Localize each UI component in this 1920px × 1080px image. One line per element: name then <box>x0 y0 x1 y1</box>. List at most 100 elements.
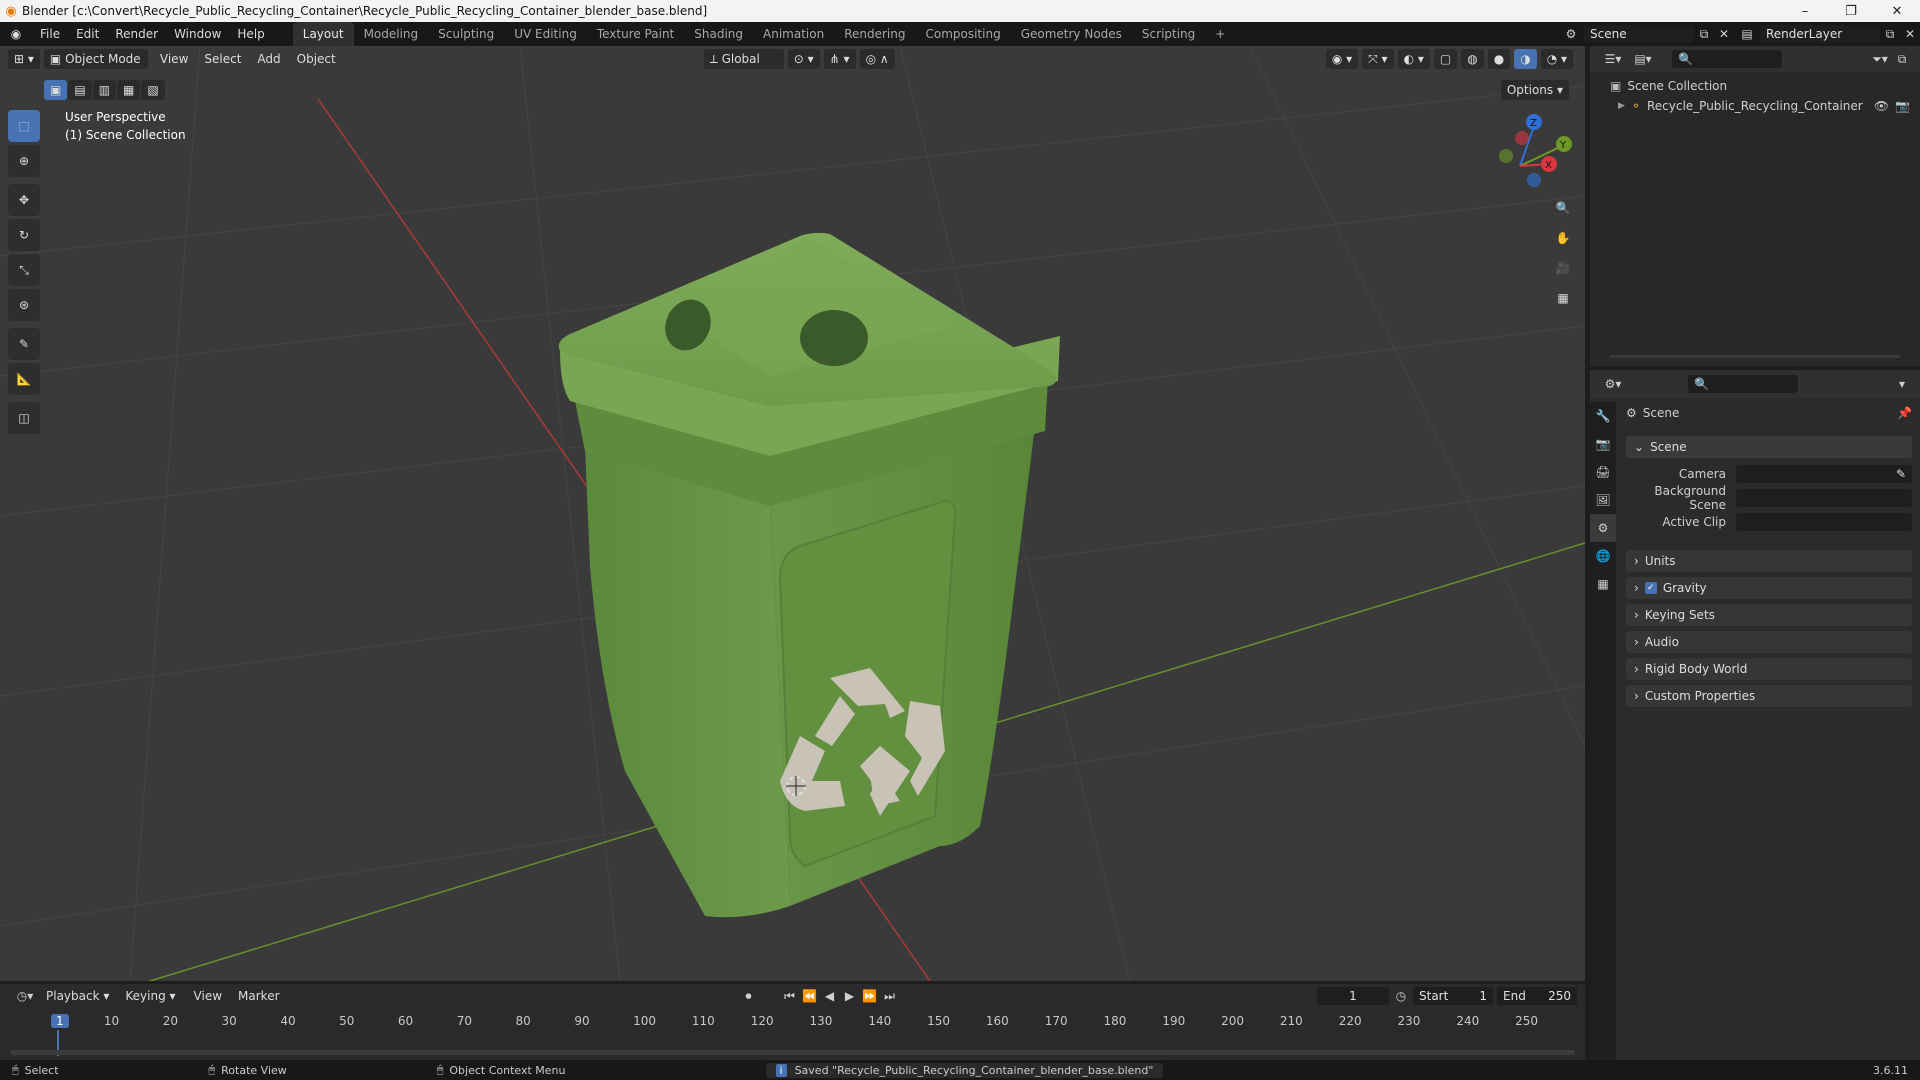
timeline-ruler[interactable]: 1 10 20 30 40 50 60 70 80 90 100 110 120 130 140 150 160… <box>0 1012 1585 1056</box>
rotate-tool-icon[interactable]: ↻ <box>8 219 40 251</box>
properties-editor-type-icon[interactable]: ⚙▾ <box>1598 377 1628 391</box>
mode-selector[interactable]: ▣ Object Mode <box>43 49 148 69</box>
scale-tool-icon[interactable]: ⤡ <box>8 254 40 286</box>
view-layer-icon[interactable]: ▤ <box>1734 27 1760 41</box>
jump-start-icon[interactable]: ⏮ <box>780 989 800 1004</box>
current-frame-field[interactable]: 1 <box>1317 987 1389 1005</box>
keying-sets-panel[interactable]: › Keying Sets <box>1626 604 1912 626</box>
zoom-icon[interactable]: 🔍 <box>1549 194 1577 222</box>
select-new-icon[interactable]: ▣ <box>44 80 68 100</box>
options-dropdown[interactable]: Options ▾ <box>1500 80 1569 100</box>
view-layer-tab-icon[interactable]: 🖼 <box>1590 486 1616 514</box>
select-intersect-icon[interactable]: ▧ <box>141 80 165 100</box>
menu-help[interactable]: Help <box>229 22 272 46</box>
pin-icon[interactable]: 📌 <box>1897 406 1912 420</box>
menu-edit[interactable]: Edit <box>68 22 107 46</box>
preview-range-icon[interactable]: ◷ <box>1389 989 1413 1003</box>
shading-wireframe-icon[interactable]: ◍ <box>1461 49 1484 69</box>
new-scene-icon[interactable]: ⧉ <box>1694 27 1714 42</box>
move-tool-icon[interactable]: ✥ <box>8 184 40 216</box>
delete-scene-icon[interactable]: ✕ <box>1714 27 1734 41</box>
tab-sculpting[interactable]: Sculpting <box>428 22 504 46</box>
rigid-body-world-panel[interactable]: › Rigid Body World <box>1626 658 1912 680</box>
menu-file[interactable]: File <box>32 22 68 46</box>
transform-tool-icon[interactable]: ⊛ <box>8 289 40 321</box>
outliner-editor-type-icon[interactable]: ☰▾ <box>1598 52 1628 66</box>
add-cube-tool-icon[interactable]: ◫ <box>8 402 40 434</box>
new-view-layer-icon[interactable]: ⧉ <box>1880 27 1900 42</box>
pivot-point-icon[interactable]: ⊙ ▾ <box>787 49 820 69</box>
custom-properties-panel[interactable]: › Custom Properties <box>1626 685 1912 707</box>
menu-add[interactable]: Add <box>249 52 288 66</box>
select-subtract-icon[interactable]: ▥ <box>92 80 117 100</box>
outliner-root-row[interactable]: ▣ Scene Collection <box>1590 76 1920 96</box>
select-box-tool-icon[interactable]: ⬚ <box>8 110 40 142</box>
select-extend-icon[interactable]: ▤ <box>68 80 92 100</box>
maximize-button[interactable]: ❐ <box>1828 0 1874 22</box>
camera-field[interactable]: ✎ <box>1736 465 1912 483</box>
auto-keying-icon[interactable]: ⏺ <box>738 989 760 1004</box>
expand-arrow-icon[interactable]: ▶ <box>1618 101 1625 111</box>
tab-texture-paint[interactable]: Texture Paint <box>587 22 684 46</box>
gravity-checkbox[interactable]: ✓ <box>1644 582 1657 594</box>
menu-playback[interactable]: Playback ▾ <box>40 986 115 1006</box>
next-keyframe-icon[interactable]: ⏩ <box>860 989 880 1003</box>
menu-marker[interactable]: Marker <box>230 989 287 1003</box>
jump-end-icon[interactable]: ⏭ <box>880 989 900 1004</box>
outliner-item-row[interactable]: ▶ ⚬ Recycle_Public_Recycling_Container 👁… <box>1590 96 1920 116</box>
tab-geometry-nodes[interactable]: Geometry Nodes <box>1011 22 1132 46</box>
new-collection-icon[interactable]: ⧉ <box>1892 52 1912 67</box>
menu-timeline-view[interactable]: View <box>186 989 230 1003</box>
recycling-bin-model[interactable] <box>558 232 1060 918</box>
prev-keyframe-icon[interactable]: ⏪ <box>800 989 820 1003</box>
active-clip-field[interactable] <box>1736 513 1912 531</box>
output-tab-icon[interactable]: 🖨 <box>1590 458 1616 486</box>
outliner-scrollbar[interactable] <box>1610 355 1900 358</box>
end-frame-field[interactable]: End 250 <box>1497 987 1577 1005</box>
tab-shading[interactable]: Shading <box>684 22 753 46</box>
visibility-eye-icon[interactable]: 👁 <box>1874 99 1889 113</box>
view-layer-selector[interactable]: RenderLayer <box>1760 25 1880 43</box>
snap-icon[interactable]: ⋔ ▾ <box>823 49 856 69</box>
menu-select[interactable]: Select <box>196 52 249 66</box>
tool-tab-icon[interactable]: 🔧 <box>1590 402 1616 430</box>
tab-scripting[interactable]: Scripting <box>1132 22 1205 46</box>
tab-animation[interactable]: Animation <box>753 22 834 46</box>
delete-view-layer-icon[interactable]: ✕ <box>1900 27 1920 41</box>
timeline-editor-type-icon[interactable]: ◷▾ <box>10 989 40 1003</box>
scene-icon[interactable]: ⚙ <box>1558 27 1584 41</box>
gravity-panel[interactable]: › ✓ Gravity <box>1626 577 1912 599</box>
shading-solid-icon[interactable]: ● <box>1487 49 1511 69</box>
start-frame-field[interactable]: Start 1 <box>1413 987 1493 1005</box>
scene-selector[interactable]: Scene <box>1584 25 1694 43</box>
select-invert-icon[interactable]: ▦ <box>117 80 141 100</box>
shading-material-icon[interactable]: ◑ <box>1514 49 1537 69</box>
minimize-button[interactable]: – <box>1782 0 1828 22</box>
shading-rendered-icon[interactable]: ◔ ▾ <box>1540 49 1573 69</box>
3d-viewport[interactable]: Z Y X ⊞ ▾ ▣ Object Mode View Select Add … <box>0 46 1585 981</box>
measure-tool-icon[interactable]: 📐 <box>8 363 40 395</box>
camera-view-icon[interactable]: 🎥 <box>1549 254 1577 282</box>
navigation-gizmo[interactable]: Z Y X <box>1499 114 1572 187</box>
visibility-icon[interactable]: ◉ ▾ <box>1325 49 1359 69</box>
menu-view[interactable]: View <box>152 52 196 66</box>
ortho-toggle-icon[interactable]: ▦ <box>1549 284 1577 312</box>
gizmo-toggle-icon[interactable]: ⤧ ▾ <box>1362 49 1394 69</box>
annotate-tool-icon[interactable]: ✎ <box>8 328 40 360</box>
proportional-edit-icon[interactable]: ◎ ∧ <box>859 49 895 69</box>
pan-hand-icon[interactable]: ✋ <box>1549 224 1577 252</box>
eyedropper-icon[interactable]: ✎ <box>1896 465 1906 483</box>
menu-object[interactable]: Object <box>289 52 344 66</box>
transform-orientation-selector[interactable]: ⟂ Global <box>703 49 784 69</box>
menu-render[interactable]: Render <box>107 22 166 46</box>
properties-search-input[interactable]: 🔍 <box>1688 375 1798 393</box>
scene-tab-icon[interactable]: ⚙ <box>1590 514 1616 542</box>
render-tab-icon[interactable]: 📷 <box>1590 430 1616 458</box>
display-mode-icon[interactable]: ▤▾ <box>1628 52 1658 66</box>
world-tab-icon[interactable]: 🌐 <box>1590 542 1616 570</box>
menu-window[interactable]: Window <box>166 22 229 46</box>
cursor-tool-icon[interactable]: ⊕ <box>8 145 40 177</box>
properties-options-icon[interactable]: ▾ <box>1892 377 1912 391</box>
play-icon[interactable]: ▶ <box>840 989 860 1003</box>
editor-type-button[interactable]: ⊞ ▾ <box>8 49 40 69</box>
